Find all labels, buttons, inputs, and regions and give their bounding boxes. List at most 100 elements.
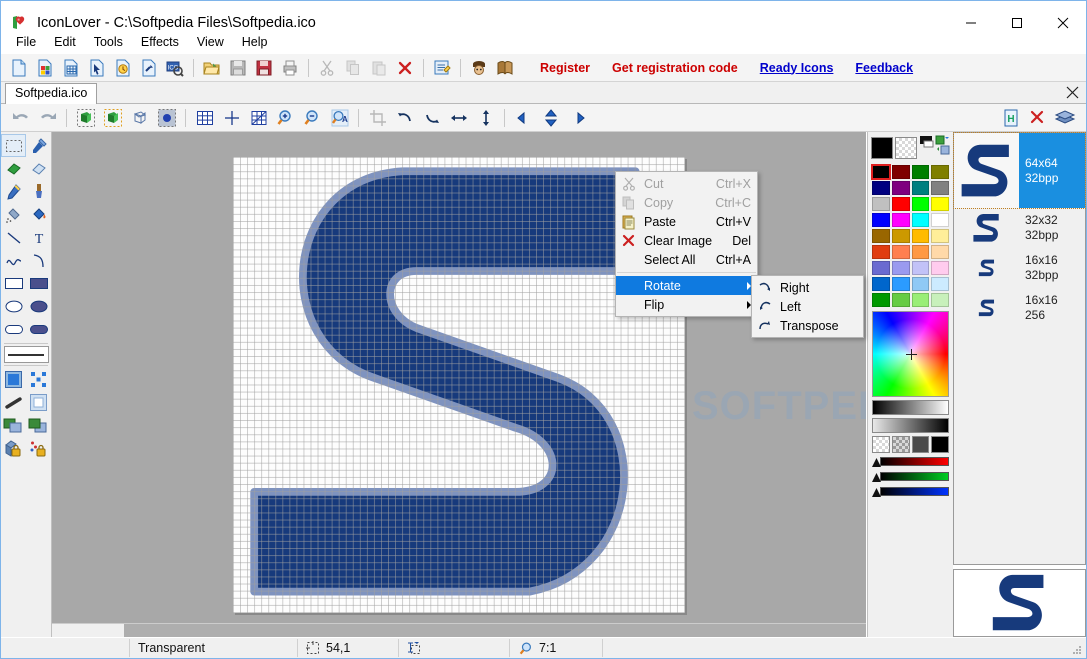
register-link[interactable]: Register [540,61,590,75]
color-swatch-6[interactable] [911,181,930,195]
color-swatch-10[interactable] [911,197,930,211]
icon-format-row-2[interactable]: 16x16 32bpp [954,248,1085,288]
color-picker-tool[interactable] [26,134,51,157]
image-normal-icon[interactable] [73,106,98,130]
color-swatch-1[interactable] [891,165,910,179]
color-swatch-4[interactable] [872,181,890,195]
color-swatch-17[interactable] [891,229,910,243]
delete-icon[interactable] [393,56,417,80]
green-channel-slider[interactable] [872,472,949,483]
color-swatch-22[interactable] [911,245,930,259]
gradient-tool[interactable] [1,391,26,414]
status-zoom-cell[interactable]: 7:1 [510,638,602,658]
scatter-tool[interactable] [26,368,51,391]
new-cursor-icon[interactable] [85,56,109,80]
get-registration-code-link[interactable]: Get registration code [612,61,738,75]
layer-back-tool[interactable] [26,414,51,437]
color-swatch-21[interactable] [891,245,910,259]
color-swatch-32[interactable] [872,293,890,307]
roundrect-filled-tool[interactable] [26,318,51,341]
open-icon[interactable] [200,56,224,80]
rotate-left-icon[interactable] [392,106,417,130]
color-swatch-19[interactable] [931,229,949,243]
color-swatch-14[interactable] [911,213,930,227]
color-swatch-15[interactable] [931,213,949,227]
properties-icon[interactable] [430,56,454,80]
catalog-icon[interactable] [493,56,517,80]
rotate-right-icon[interactable] [419,106,444,130]
lock-opacity-tool[interactable] [1,437,26,460]
grid-icon[interactable] [192,106,217,130]
capture-icon[interactable] [467,56,491,80]
color-swatch-8[interactable] [872,197,890,211]
menu-effects[interactable]: Effects [132,33,188,51]
fill-style-tool[interactable] [1,368,26,391]
save-as-icon[interactable] [252,56,276,80]
horizontal-scrollbar[interactable] [52,623,866,637]
context-menu[interactable]: Cut Ctrl+X Copy Ctrl+C Paste Ctrl+V Clea… [615,171,758,317]
opacity-preset-100[interactable] [931,436,949,453]
background-color-swatch[interactable] [895,137,917,159]
color-swatch-16[interactable] [872,229,890,243]
redo-icon[interactable] [35,106,60,130]
new-animated-cursor-icon[interactable] [111,56,135,80]
menu-tools[interactable]: Tools [85,33,132,51]
resize-grip-icon[interactable] [1071,644,1083,656]
color-swatch-28[interactable] [872,277,890,291]
rectangle-outline-tool[interactable] [1,272,26,295]
eraser-soft-tool[interactable] [26,157,51,180]
image-3d-icon[interactable] [127,106,152,130]
color-swatch-23[interactable] [931,245,949,259]
submenu-item-transpose[interactable]: Transpose [752,316,863,335]
shift-left-icon[interactable] [511,106,536,130]
save-icon[interactable] [226,56,250,80]
menu-file[interactable]: File [7,33,45,51]
ready-icons-link[interactable]: Ready Icons [760,61,834,75]
feedback-link[interactable]: Feedback [855,61,913,75]
ellipse-filled-tool[interactable] [26,295,51,318]
shift-vertical-icon[interactable] [538,106,563,130]
icon-format-row-3[interactable]: 16x16 256 [954,288,1085,328]
color-swatch-11[interactable] [931,197,949,211]
color-swatch-13[interactable] [891,213,910,227]
menu-item-paste[interactable]: Paste Ctrl+V [616,212,757,231]
eraser-tool[interactable] [1,157,26,180]
arc-tool[interactable] [26,249,51,272]
color-swatch-30[interactable] [911,277,930,291]
line-width-selector[interactable] [4,346,49,363]
color-swatch-34[interactable] [911,293,930,307]
image-selected-icon[interactable] [100,106,125,130]
roundrect-outline-tool[interactable] [1,318,26,341]
zoom-actual-icon[interactable]: A [327,106,352,130]
color-swatch-35[interactable] [931,293,949,307]
undo-icon[interactable] [8,106,33,130]
opacity-preset-33[interactable] [891,436,910,453]
menu-help[interactable]: Help [233,33,277,51]
menu-view[interactable]: View [188,33,233,51]
rotate-submenu[interactable]: Right Left Transpose [751,275,864,338]
color-swatch-31[interactable] [931,277,949,291]
layer-front-tool[interactable] [1,414,26,437]
pixel-grid-icon[interactable] [246,106,271,130]
color-swatch-3[interactable] [931,165,949,179]
color-swatch-18[interactable] [911,229,930,243]
color-swatch-29[interactable] [891,277,910,291]
layers-icon[interactable] [1052,106,1077,130]
rectangle-filled-tool[interactable] [26,272,51,295]
color-swatch-25[interactable] [891,261,910,275]
ellipse-outline-tool[interactable] [1,295,26,318]
opacity-preset-66[interactable] [911,436,930,453]
icon-format-row-1[interactable]: 32x32 32bpp [954,208,1085,248]
submenu-item-right[interactable]: Right [752,278,863,297]
menu-item-select-all[interactable]: Select All Ctrl+A [616,250,757,269]
new-library-icon[interactable] [59,56,83,80]
crosshair-icon[interactable] [219,106,244,130]
rectangle-select-tool[interactable] [1,134,26,157]
color-swatch-12[interactable] [872,213,890,227]
zoom-in-icon[interactable] [273,106,298,130]
color-mode-icons[interactable] [920,135,950,162]
airbrush-tool[interactable] [1,203,26,226]
submenu-item-left[interactable]: Left [752,297,863,316]
opacity-preset-0[interactable] [872,436,890,453]
color-swatch-7[interactable] [931,181,949,195]
